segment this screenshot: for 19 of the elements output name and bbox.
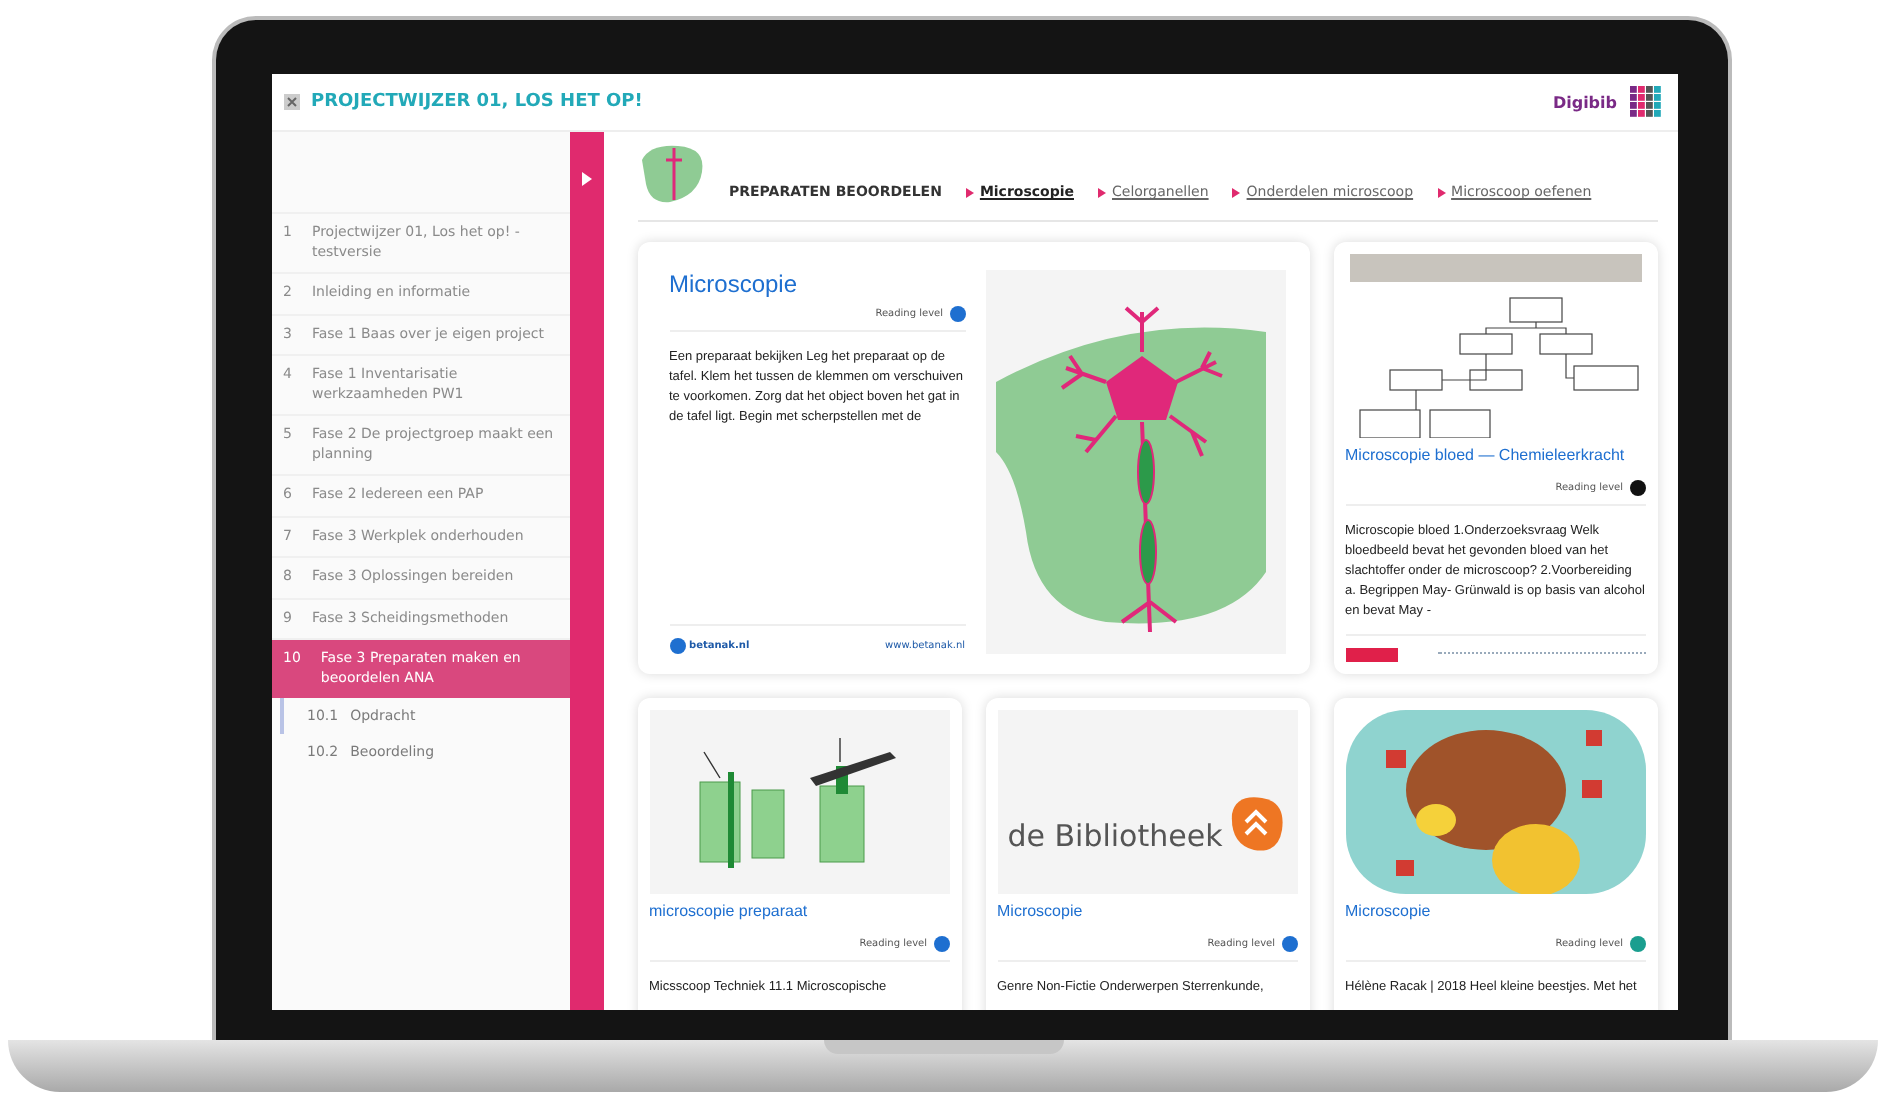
caret-icon [1098, 187, 1106, 197]
card-title[interactable]: Microscopie [997, 902, 1297, 920]
caret-icon [1437, 187, 1446, 197]
library-logo-text: de Bibliotheek [1007, 818, 1223, 854]
brand-name: Digibib [1552, 93, 1617, 111]
caret-icon [1232, 187, 1241, 197]
neuron-thumbnail-icon [637, 144, 705, 204]
close-icon[interactable] [283, 94, 299, 110]
card-title[interactable]: Microscopie bloed — Chemieleerkracht [1345, 446, 1645, 464]
card-title[interactable]: Microscopie [669, 270, 965, 298]
apps-grid-icon[interactable] [1629, 86, 1661, 118]
card-title[interactable]: Microscopie [1345, 902, 1645, 920]
card-title[interactable]: microscopie preparaat [649, 902, 949, 920]
app-title: PROJECTWIJZER 01, LOS HET OP! [311, 92, 643, 112]
sidebar-toggle-bar[interactable] [570, 132, 603, 1010]
library-logo-icon [1226, 794, 1287, 854]
caret-icon [965, 187, 974, 197]
expand-arrow-icon [581, 172, 592, 186]
publisher-logo [1345, 648, 1397, 662]
